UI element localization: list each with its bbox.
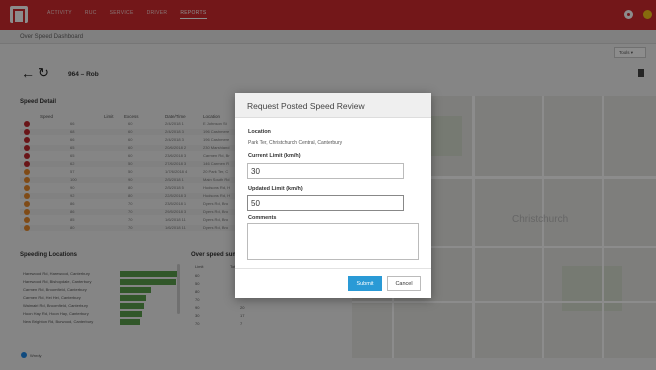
updated-limit-field[interactable] <box>247 195 404 211</box>
dialog-divider <box>235 268 431 269</box>
current-limit-label: Current Limit (km/h) <box>248 153 301 159</box>
submit-button[interactable]: Submit <box>348 276 382 291</box>
updated-limit-label: Updated Limit (km/h) <box>248 186 303 192</box>
location-value: Park Ter, Christchurch Central, Canterbu… <box>248 140 343 146</box>
dialog-header: Request Posted Speed Review <box>235 93 431 118</box>
location-label: Location <box>248 129 271 135</box>
dialog-title: Request Posted Speed Review <box>247 101 365 111</box>
current-limit-field[interactable] <box>247 163 404 179</box>
comments-field[interactable] <box>247 223 419 260</box>
cancel-button[interactable]: Cancel <box>387 276 421 291</box>
speed-review-dialog: Request Posted Speed Review Location Par… <box>235 93 431 298</box>
comments-label: Comments <box>248 215 277 221</box>
